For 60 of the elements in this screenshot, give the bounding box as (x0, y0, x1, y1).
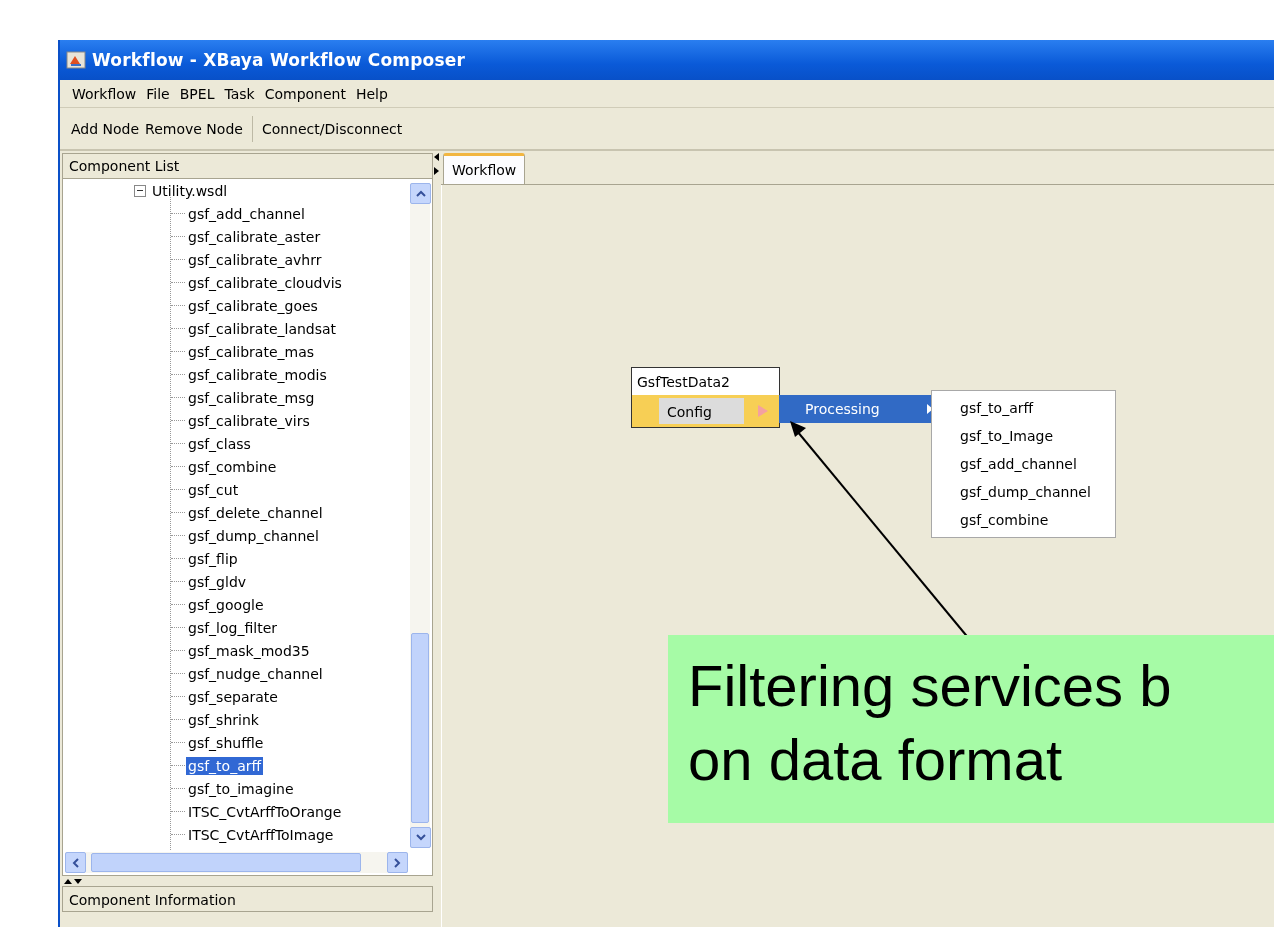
tree-item[interactable]: gsf_calibrate_msg (186, 388, 317, 407)
tree-item[interactable]: gsf_cut (186, 480, 241, 499)
toolbar-button[interactable]: Remove Node (142, 120, 246, 137)
scroll-right-button[interactable] (387, 852, 408, 873)
collapse-icon[interactable] (134, 184, 146, 197)
menu-item[interactable]: Component (260, 85, 350, 102)
tree-item[interactable]: gsf_calibrate_aster (186, 227, 323, 246)
tree-item[interactable]: gsf_calibrate_mas (186, 342, 316, 361)
window-title: Workflow - XBaya Workflow Composer (92, 50, 466, 70)
node-title: GsfTestData2 (636, 373, 731, 392)
port-label[interactable]: Config (659, 398, 744, 424)
vertical-scrollbar[interactable] (410, 183, 430, 848)
tree-item[interactable]: gsf_calibrate_goes (186, 296, 320, 315)
panel-header: Component List (62, 153, 433, 179)
tree-item[interactable]: gsf_mask_mod35 (186, 641, 312, 660)
scroll-up-button[interactable] (410, 183, 431, 204)
tree-item[interactable]: gsf_combine (186, 457, 279, 476)
menu-item[interactable]: gsf_to_Image (932, 422, 1115, 450)
menu-item[interactable]: gsf_add_channel (932, 450, 1115, 478)
tree-item[interactable]: gsf_add_channel (186, 204, 307, 223)
tree-item[interactable]: gsf_calibrate_cloudvis (186, 273, 344, 292)
tree-item[interactable]: gsf_dump_channel (186, 526, 321, 545)
menu-item[interactable]: gsf_dump_channel (932, 478, 1115, 506)
panel-header: Component Information (62, 886, 433, 912)
tree-item[interactable]: gsf_gldv (186, 572, 249, 591)
tree-item[interactable]: gsf_shuffle (186, 733, 266, 752)
tree-item[interactable]: ITSC_CvtArffToOrange (186, 802, 344, 821)
scroll-left-button[interactable] (65, 852, 86, 873)
scroll-down-button[interactable] (410, 827, 431, 848)
tree-item[interactable]: ITSC_CvtArffToImage (186, 825, 336, 844)
callout-text: Filtering services b on data format (688, 652, 1172, 794)
tree-item[interactable]: gsf_google (186, 595, 266, 614)
collapse-down-icon[interactable] (74, 878, 82, 884)
app-icon (66, 50, 86, 70)
menu-item[interactable]: gsf_combine (932, 506, 1115, 534)
tree-item[interactable]: gsf_calibrate_landsat (186, 319, 339, 338)
tree-item[interactable]: gsf_calibrate_modis (186, 365, 329, 384)
tree-item[interactable]: gsf_log_filter (186, 618, 280, 637)
tree-item[interactable]: gsf_shrink (186, 710, 261, 729)
expand-up-icon[interactable] (64, 878, 72, 884)
toolbar-button[interactable]: Connect/Disconnect (258, 120, 406, 137)
tree-item[interactable]: gsf_to_arff (186, 756, 264, 775)
tree-item[interactable]: gsf_flip (186, 549, 240, 568)
menu-item[interactable]: Workflow (68, 85, 141, 102)
tree-item[interactable]: gsf_nudge_channel (186, 664, 325, 683)
tree-item[interactable]: gsf_class (186, 434, 253, 453)
tree-item[interactable]: Utility.wsdl (150, 181, 230, 200)
menu-item[interactable]: File (142, 85, 174, 102)
tab[interactable]: Workflow (443, 153, 526, 184)
menu-item[interactable]: Task (220, 85, 259, 102)
workflow-node[interactable]: GsfTestData2 Config (631, 367, 780, 428)
tree-item[interactable]: gsf_calibrate_virs (186, 411, 312, 430)
tree-item[interactable]: gsf_to_imagine (186, 779, 296, 798)
tree-item[interactable]: gsf_delete_channel (186, 503, 325, 522)
menu-item[interactable]: Help (351, 85, 392, 102)
toolbar-button[interactable]: Add Node (68, 120, 143, 137)
tree-item[interactable]: gsf_separate (186, 687, 280, 706)
menu-item[interactable]: BPEL (175, 85, 219, 102)
tree-item[interactable]: gsf_calibrate_avhrr (186, 250, 324, 269)
horizontal-scrollbar[interactable] (65, 852, 408, 873)
